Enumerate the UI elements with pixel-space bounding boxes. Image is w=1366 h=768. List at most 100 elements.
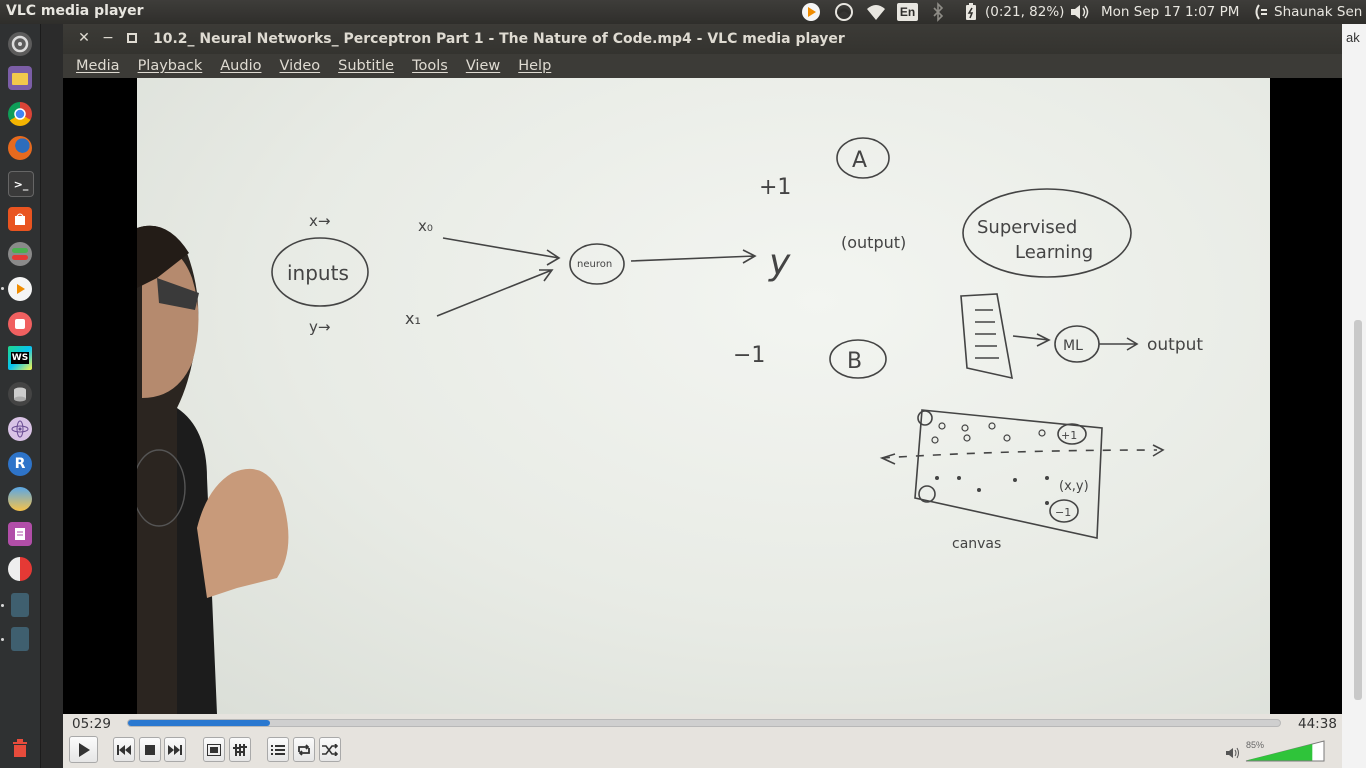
minimize-icon[interactable]: − (100, 30, 116, 46)
firefox-icon[interactable] (8, 136, 32, 160)
menu-help[interactable]: Help (518, 58, 551, 74)
play-icon (78, 742, 90, 757)
supervised-label: Supervised (977, 217, 1077, 238)
play-button[interactable] (69, 736, 98, 763)
skip-next-icon (168, 744, 182, 755)
battery-icon[interactable] (964, 2, 978, 22)
window-a-icon[interactable] (11, 593, 29, 617)
class-a-label: A (852, 148, 867, 173)
stop-button[interactable] (139, 737, 161, 762)
window-b-icon[interactable] (11, 627, 29, 651)
bluetooth-icon[interactable] (931, 2, 945, 22)
running-indicator (1, 287, 4, 290)
user-icon[interactable] (1252, 2, 1270, 22)
launcher: >_ WS R (0, 24, 41, 768)
atom-icon[interactable] (8, 417, 32, 441)
x1-label: x₁ (405, 309, 421, 328)
background-scrollbar[interactable] (1354, 320, 1362, 700)
terminal-icon[interactable]: >_ (8, 171, 34, 197)
playlist-icon (271, 744, 285, 755)
output-label: (output) (841, 233, 906, 252)
controls-row: 85% (63, 734, 1342, 768)
menu-playback[interactable]: Playback (138, 58, 203, 74)
running-indicator (1, 604, 4, 607)
output-word-label: output (1147, 335, 1203, 355)
software-center-icon[interactable] (8, 207, 32, 231)
files-icon[interactable] (8, 66, 32, 90)
keyboard-layout-label: En (899, 5, 916, 19)
dash-home-icon[interactable] (8, 32, 32, 56)
sync-icon[interactable] (834, 2, 854, 22)
next-button[interactable] (164, 737, 186, 762)
background-window-text: ak (1346, 30, 1360, 45)
user-name[interactable]: Shaunak Sen (1274, 4, 1362, 20)
x-arrow-label: x→ (309, 212, 330, 230)
xy-label: (x,y) (1059, 479, 1089, 494)
trash-icon[interactable] (8, 736, 32, 760)
whiteboard-drawing: inputs x→ y→ x₀ x₁ neuron y +1 −1 (outpu… (137, 137, 1203, 714)
vlc-window: ✕ − 10.2_ Neural Networks_ Perceptron Pa… (63, 24, 1342, 768)
seek-bar-fill (128, 720, 270, 726)
data-list-box (960, 293, 1013, 380)
inputs-label: inputs (287, 261, 349, 285)
window-title: 10.2_ Neural Networks_ Perceptron Part 1… (153, 31, 845, 47)
plus-one-circle-label: +1 (1061, 429, 1077, 442)
elapsed-time: 05:29 (72, 716, 111, 732)
vlc-tray-icon[interactable] (801, 2, 821, 22)
minus-one-circle-label: −1 (1055, 506, 1071, 519)
recorder-icon[interactable] (8, 312, 32, 336)
vlc-titlebar[interactable]: ✕ − 10.2_ Neural Networks_ Perceptron Pa… (63, 24, 1342, 54)
document-viewer-icon[interactable] (8, 522, 32, 546)
equalizer-icon (233, 743, 247, 756)
keyboard-layout-indicator[interactable]: En (897, 3, 918, 21)
weather-icon[interactable] (8, 487, 32, 511)
background-window: ak (1342, 24, 1366, 768)
arrow-x0-neuron (442, 237, 561, 266)
webstorm-icon[interactable]: WS (8, 346, 32, 370)
menubar: Media Playback Audio Video Subtitle Tool… (63, 54, 1342, 78)
shuffle-icon (322, 743, 338, 756)
class-b-label: B (847, 349, 862, 374)
extended-settings-button[interactable] (229, 737, 251, 762)
disk-usage-icon[interactable] (8, 557, 32, 581)
volume-icon[interactable] (1069, 2, 1091, 22)
y-arrow-label: y→ (309, 318, 330, 336)
speaker-icon (1226, 747, 1239, 759)
top-panel: VLC media player En (0:21, 82%) Mon Sep … (0, 0, 1366, 24)
playlist-button[interactable] (267, 737, 289, 762)
seek-bar[interactable] (127, 719, 1281, 727)
learning-label: Learning (1015, 242, 1093, 263)
y-output-label: y (768, 242, 791, 283)
neuron-label: neuron (577, 259, 612, 270)
running-indicator (1, 638, 4, 641)
menu-view[interactable]: View (466, 58, 500, 74)
menu-video[interactable]: Video (279, 58, 320, 74)
chrome-icon[interactable] (8, 102, 32, 126)
mute-button[interactable] (1225, 746, 1241, 765)
volume-slider[interactable] (1245, 740, 1325, 762)
loop-button[interactable] (293, 737, 315, 762)
previous-button[interactable] (113, 737, 135, 762)
menu-audio[interactable]: Audio (220, 58, 261, 74)
vlc-launcher-icon[interactable] (8, 277, 32, 301)
menu-media[interactable]: Media (76, 58, 120, 74)
fullscreen-button[interactable] (203, 737, 225, 762)
r-studio-icon[interactable]: R (8, 452, 32, 476)
menu-subtitle[interactable]: Subtitle (338, 58, 394, 74)
x0-label: x₀ (418, 217, 433, 235)
shuffle-button[interactable] (319, 737, 341, 762)
total-time: 44:38 (1298, 716, 1337, 732)
stop-icon (145, 744, 155, 755)
menu-tools[interactable]: Tools (412, 58, 448, 74)
battery-status[interactable]: (0:21, 82%) (985, 4, 1064, 20)
wifi-icon[interactable] (866, 2, 886, 22)
seek-row: 05:29 44:38 (63, 714, 1342, 734)
presenter (137, 225, 289, 714)
video-area[interactable]: inputs x→ y→ x₀ x₁ neuron y +1 −1 (outpu… (63, 78, 1342, 736)
maximize-icon[interactable] (124, 30, 140, 46)
settings-toggle-icon[interactable] (8, 242, 32, 266)
loop-icon (298, 743, 310, 756)
database-icon[interactable] (8, 382, 32, 406)
close-icon[interactable]: ✕ (76, 30, 92, 46)
clock[interactable]: Mon Sep 17 1:07 PM (1101, 4, 1239, 20)
